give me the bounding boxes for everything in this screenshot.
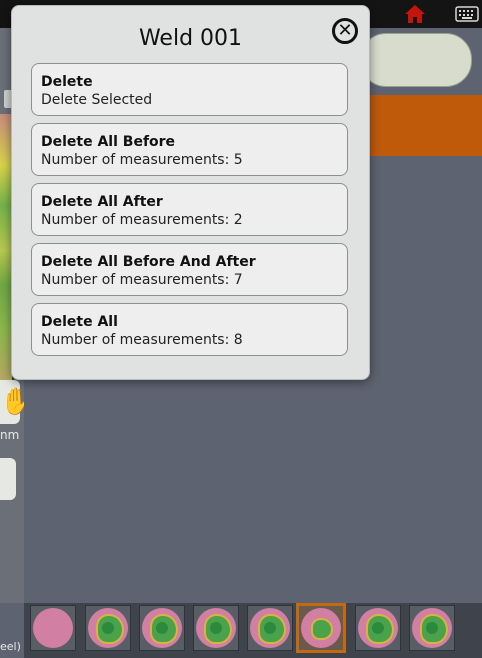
close-button[interactable]: ✕ (332, 18, 358, 44)
thumbnail[interactable] (30, 605, 76, 651)
option-title: Delete All Before (41, 134, 176, 150)
thumbnail[interactable] (247, 605, 293, 651)
hand-tool-button[interactable]: ✋ (0, 380, 32, 424)
option-title: Delete All (41, 314, 118, 330)
thumbnail[interactable] (85, 605, 131, 651)
delete-dialog: Weld 001 ✕ Delete Delete Selected Delete… (11, 5, 370, 380)
thumbnail[interactable] (355, 605, 401, 651)
option-title: Delete All After (41, 194, 163, 210)
option-subtitle: Number of measurements: 8 (41, 332, 243, 348)
option-subtitle: Number of measurements: 7 (41, 272, 243, 288)
home-icon[interactable] (404, 4, 426, 24)
delete-all-button[interactable]: Delete All Number of measurements: 8 (31, 303, 348, 356)
thumbnail[interactable] (139, 605, 185, 651)
option-title: Delete (41, 74, 93, 90)
thumbnail[interactable] (409, 605, 455, 651)
dialog-title: Weld 001 (138, 26, 243, 51)
search-field[interactable] (360, 33, 472, 87)
thumbnail-selected[interactable] (296, 603, 346, 653)
keyboard-icon[interactable] (455, 4, 479, 24)
delete-selected-button[interactable]: Delete Delete Selected (31, 63, 348, 116)
thumbnail[interactable] (193, 605, 239, 651)
option-subtitle: Number of measurements: 2 (41, 212, 243, 228)
delete-all-after-button[interactable]: Delete All After Number of measurements:… (31, 183, 348, 236)
unit-label: nm (0, 428, 20, 442)
close-icon: ✕ (337, 20, 353, 41)
option-subtitle: Number of measurements: 5 (41, 152, 243, 168)
bottom-caption: eel) (0, 640, 21, 653)
left-side-button[interactable] (0, 458, 16, 500)
option-subtitle: Delete Selected (41, 92, 153, 108)
delete-all-before-and-after-button[interactable]: Delete All Before And After Number of me… (31, 243, 348, 296)
delete-all-before-button[interactable]: Delete All Before Number of measurements… (31, 123, 348, 176)
option-title: Delete All Before And After (41, 254, 256, 270)
